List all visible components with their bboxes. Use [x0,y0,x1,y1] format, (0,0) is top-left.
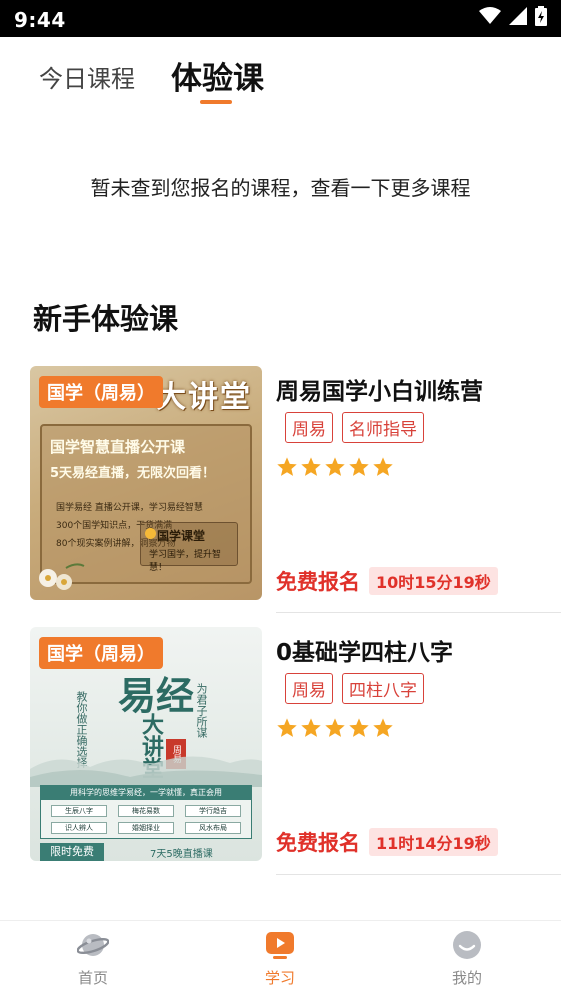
star-icon [300,717,322,739]
thumbnail-category-tag: 国学（周易） [39,376,163,408]
thumbnail-brand-title: 国学课堂 [157,529,206,543]
thumbnail-info-head: 用科学的思维学易经，一学就懂，真正会用 [41,786,251,800]
course-tabs: 今日课程 体验课 [0,37,561,117]
course-card[interactable]: 国学（周易） 易经 教你做正确选择 为君子所谋 大讲堂 周易 用科学的思维学易经… [0,627,561,875]
thumbnail-chip: 识人辨人 [51,822,107,834]
countdown-badge: 10时15分19秒 [369,567,498,595]
star-icon [324,456,346,478]
free-signup-label[interactable]: 免费报名 [276,566,360,596]
star-icon [348,456,370,478]
course-tag: 周易 [285,412,333,443]
course-tags: 周易 四柱八字 [285,673,424,704]
status-bar: 9:44 [0,0,561,37]
active-tab-indicator [200,100,232,104]
nav-label: 学习 [264,969,295,987]
empty-state-message[interactable]: 暂未查到您报名的课程，查看一下更多课程 [0,172,561,201]
free-signup-label[interactable]: 免费报名 [276,827,360,857]
star-icon [324,717,346,739]
course-thumbnail: 国学（周易） 易经 教你做正确选择 为君子所谋 大讲堂 周易 用科学的思维学易经… [30,627,262,861]
thumbnail-chip: 梅花易数 [118,805,174,817]
star-icon [300,456,322,478]
thumbnail-vertical-text: 为君子所谋 [195,683,208,738]
flower-decoration-icon [39,563,85,590]
user-icon [451,929,483,961]
play-icon [264,929,296,961]
play-icon [145,528,156,539]
thumbnail-banner: 大讲堂 [156,380,252,415]
course-tag: 周易 [285,673,333,704]
limited-free-badge: 限时免费 [40,843,104,861]
course-thumbnail: 大讲堂 国学（周易） 国学智慧直播公开课 5天易经直播，无限次回看！ 国学易经 … [30,366,262,600]
tab-trial-courses[interactable]: 体验课 [171,53,264,98]
thumbnail-bullet: 国学易经 直播公开课，学习易经智慧 [56,503,203,513]
course-tag: 名师指导 [342,412,424,443]
star-icon [372,717,394,739]
course-title: 周易国学小白训练营 [276,379,483,405]
nav-item-home[interactable]: 首页 [48,929,138,988]
bottom-nav: 首页 学习 我的 [0,920,561,999]
star-icon [348,717,370,739]
battery-charging-icon [535,6,547,26]
course-tag: 四柱八字 [342,673,424,704]
thumbnail-chip: 婚姻择业 [118,822,174,834]
course-rating [276,717,394,739]
course-title: 0基础学四柱八字 [276,640,454,666]
thumbnail-brand-box: 国学课堂 学习国学，提升智慧！ [140,522,238,573]
mountain-decoration-icon [30,756,262,787]
star-icon [372,456,394,478]
thumbnail-headline: 国学智慧直播公开课 [50,438,186,456]
nav-item-study[interactable]: 学习 [235,929,325,988]
section-title: 新手体验课 [33,302,179,336]
thumbnail-chip: 生辰八字 [51,805,107,817]
status-time: 9:44 [14,8,66,32]
star-icon [276,717,298,739]
nav-item-mine[interactable]: 我的 [422,929,512,988]
thumbnail-footer: 限时免费 7天5晚直播课 [40,843,252,861]
divider [276,612,561,613]
nav-label: 我的 [451,969,482,987]
nav-label: 首页 [77,969,108,987]
signal-icon [509,7,527,25]
thumbnail-subline: 5天易经直播，无限次回看！ [50,466,216,481]
tab-today-courses[interactable]: 今日课程 [39,59,135,94]
thumbnail-chip: 风水布局 [185,822,241,834]
wifi-icon [479,7,501,25]
course-tags: 周易 名师指导 [285,412,424,443]
thumbnail-info-box: 用科学的思维学易经，一学就懂，真正会用 生辰八字 梅花易数 学行趋吉 识人辨人 … [40,785,252,839]
thumbnail-title: 易经 [118,673,195,718]
countdown-badge: 11时14分19秒 [369,828,498,856]
divider [276,874,561,875]
thumbnail-brand-sub: 学习国学，提升智慧！ [149,550,222,573]
planet-icon [77,929,109,961]
course-rating [276,456,394,478]
course-card[interactable]: 大讲堂 国学（周易） 国学智慧直播公开课 5天易经直播，无限次回看！ 国学易经 … [0,366,561,614]
star-icon [276,456,298,478]
schedule-text: 7天5晚直播课 [150,849,213,860]
thumbnail-chip: 学行趋吉 [185,805,241,817]
status-icons [479,6,547,26]
